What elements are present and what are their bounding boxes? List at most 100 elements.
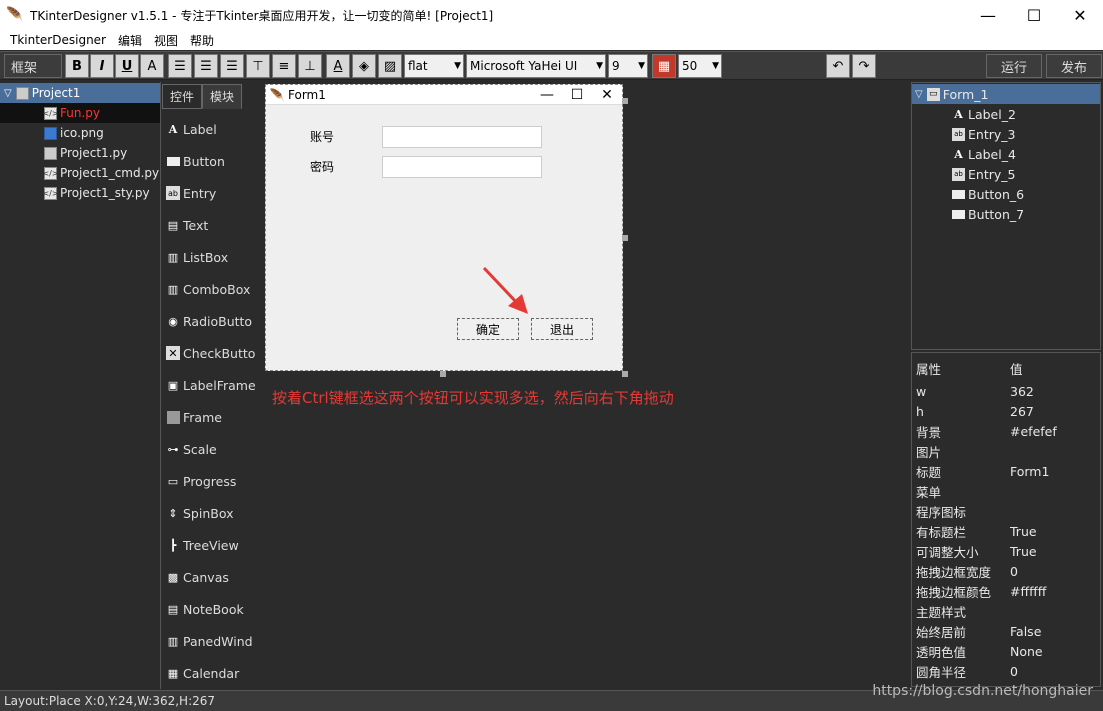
property-row[interactable]: 图片 xyxy=(916,441,1096,461)
palette-item-scale[interactable]: ⊶ Scale xyxy=(166,438,262,460)
property-row[interactable]: 背景 #efefef xyxy=(916,421,1096,441)
property-row[interactable]: h 267 xyxy=(916,401,1096,421)
resize-handle[interactable] xyxy=(622,98,628,104)
tree-item-project1-py[interactable]: Project1.py xyxy=(0,143,160,163)
run-button[interactable]: 运行 xyxy=(986,54,1042,78)
palette-item-label[interactable]: A Label xyxy=(166,118,262,140)
account-entry[interactable] xyxy=(382,126,542,148)
property-value[interactable]: None xyxy=(1010,644,1043,659)
property-row[interactable]: 透明色值 None xyxy=(916,641,1096,661)
palette-item-panedwindow[interactable]: ▥ PanedWind xyxy=(166,630,262,652)
form-minimize-icon[interactable]: — xyxy=(532,85,562,105)
resize-handle[interactable] xyxy=(440,371,446,377)
palette-item-labelframe[interactable]: ▣ LabelFrame xyxy=(166,374,262,396)
exit-button[interactable]: 退出 xyxy=(531,318,593,340)
property-value[interactable]: #ffffff xyxy=(1010,584,1046,599)
property-row[interactable]: 程序图标 xyxy=(916,501,1096,521)
align-left-icon[interactable]: ☰ xyxy=(168,54,192,78)
menu-help[interactable]: 帮助 xyxy=(184,32,220,49)
undo-icon[interactable]: ↶ xyxy=(826,54,850,78)
tab-modules[interactable]: 模块 xyxy=(202,84,243,109)
password-entry[interactable] xyxy=(382,156,542,178)
property-row[interactable]: 拖拽边框宽度 0 xyxy=(916,561,1096,581)
menu-tkinterdesigner[interactable]: TkinterDesigner xyxy=(4,33,112,47)
property-row[interactable]: 标题 Form1 xyxy=(916,461,1096,481)
property-value[interactable]: True xyxy=(1010,544,1037,559)
property-value[interactable]: Form1 xyxy=(1010,464,1049,479)
design-canvas[interactable]: 🪶 Form1 — ☐ ✕ 账号 密码 确定 退出 按着Ctrl键框选这两个按钮… xyxy=(263,82,908,689)
tab-controls[interactable]: 控件 xyxy=(162,84,203,109)
tree-item-project1-cmd-py[interactable]: </> Project1_cmd.py xyxy=(0,163,160,183)
palette-item-spinbox[interactable]: ⇕ SpinBox xyxy=(166,502,262,524)
minimize-button[interactable]: — xyxy=(965,0,1011,30)
align-bottom-icon[interactable]: ⊥ xyxy=(298,54,322,78)
property-value[interactable]: 267 xyxy=(1010,404,1034,419)
palette-item-progress[interactable]: ▭ Progress xyxy=(166,470,262,492)
image-icon[interactable]: ▨ xyxy=(378,54,402,78)
frame-selector[interactable]: 框架 xyxy=(4,54,62,78)
italic-button[interactable]: I xyxy=(90,54,114,78)
grid-icon[interactable]: ▦ xyxy=(652,54,676,78)
palette-item-text[interactable]: ▤ Text xyxy=(166,214,262,236)
font-size-select[interactable]: 9 ▼ xyxy=(608,54,648,78)
form-close-icon[interactable]: ✕ xyxy=(592,85,622,105)
password-label[interactable]: 密码 xyxy=(310,158,334,175)
palette-item-frame[interactable]: Frame xyxy=(166,406,262,428)
tree-item-label-2[interactable]: A Label_2 xyxy=(952,104,1016,124)
publish-button[interactable]: 发布 xyxy=(1046,54,1102,78)
design-form[interactable]: 🪶 Form1 — ☐ ✕ 账号 密码 确定 退出 xyxy=(265,84,623,371)
align-middle-icon[interactable]: ≡ xyxy=(272,54,296,78)
font-family-select[interactable]: Microsoft YaHei UI ▼ xyxy=(466,54,606,78)
property-row[interactable]: 有标题栏 True xyxy=(916,521,1096,541)
close-button[interactable]: ✕ xyxy=(1057,0,1103,30)
property-value[interactable]: 0 xyxy=(1010,664,1018,679)
form-maximize-icon[interactable]: ☐ xyxy=(562,85,592,105)
palette-item-button[interactable]: Button xyxy=(166,150,262,172)
menu-edit[interactable]: 编辑 xyxy=(112,32,148,49)
property-value[interactable]: True xyxy=(1010,524,1037,539)
property-value[interactable]: False xyxy=(1010,624,1041,639)
account-label[interactable]: 账号 xyxy=(310,128,334,145)
property-value[interactable]: 362 xyxy=(1010,384,1034,399)
palette-item-listbox[interactable]: ▥ ListBox xyxy=(166,246,262,268)
property-row[interactable]: 主题样式 xyxy=(916,601,1096,621)
maximize-button[interactable]: ☐ xyxy=(1011,0,1057,30)
tree-item-fun-py[interactable]: </> Fun.py xyxy=(0,103,160,123)
tree-item-ico-png[interactable]: ico.png xyxy=(0,123,160,143)
resize-handle[interactable] xyxy=(622,371,628,377)
text-color-icon[interactable]: A xyxy=(326,54,350,78)
property-row[interactable]: w 362 xyxy=(916,381,1096,401)
property-row[interactable]: 始终居前 False xyxy=(916,621,1096,641)
palette-item-radiobutton[interactable]: ◉ RadioButto xyxy=(166,310,262,332)
palette-item-calendar[interactable]: ▦ Calendar xyxy=(166,662,262,684)
tree-item-form-1[interactable]: ▽ ▭ Form_1 xyxy=(912,84,1100,104)
align-top-icon[interactable]: ⊤ xyxy=(246,54,270,78)
tree-item-entry-5[interactable]: ab Entry_5 xyxy=(952,164,1015,184)
align-center-icon[interactable]: ☰ xyxy=(194,54,218,78)
property-value[interactable]: 0 xyxy=(1010,564,1018,579)
tree-item-project1[interactable]: ▽ Project1 xyxy=(0,83,160,103)
font-color-button[interactable]: A xyxy=(140,54,164,78)
bold-button[interactable]: B xyxy=(65,54,89,78)
palette-item-checkbutton[interactable]: ✕ CheckButto xyxy=(166,342,262,364)
palette-item-canvas[interactable]: ▩ Canvas xyxy=(166,566,262,588)
palette-item-combobox[interactable]: ▥ ComboBox xyxy=(166,278,262,300)
palette-item-notebook[interactable]: ▤ NoteBook xyxy=(166,598,262,620)
tree-item-button-7[interactable]: Button_7 xyxy=(952,204,1024,224)
relief-select[interactable]: flat ▼ xyxy=(404,54,464,78)
grid-size-spin[interactable]: 50 ▼ xyxy=(678,54,722,78)
property-row[interactable]: 可调整大小 True xyxy=(916,541,1096,561)
underline-button[interactable]: U xyxy=(115,54,139,78)
fill-color-icon[interactable]: ◈ xyxy=(352,54,376,78)
palette-item-entry[interactable]: ab Entry xyxy=(166,182,262,204)
menu-view[interactable]: 视图 xyxy=(148,32,184,49)
tree-item-entry-3[interactable]: ab Entry_3 xyxy=(952,124,1015,144)
palette-item-treeview[interactable]: ┣ TreeView xyxy=(166,534,262,556)
align-right-icon[interactable]: ☰ xyxy=(220,54,244,78)
tree-item-project1-sty-py[interactable]: </> Project1_sty.py xyxy=(0,183,160,203)
tree-item-label-4[interactable]: A Label_4 xyxy=(952,144,1016,164)
property-value[interactable]: #efefef xyxy=(1010,424,1057,439)
property-row[interactable]: 菜单 xyxy=(916,481,1096,501)
resize-handle[interactable] xyxy=(622,235,628,241)
property-row[interactable]: 圆角半径 0 xyxy=(916,661,1096,681)
